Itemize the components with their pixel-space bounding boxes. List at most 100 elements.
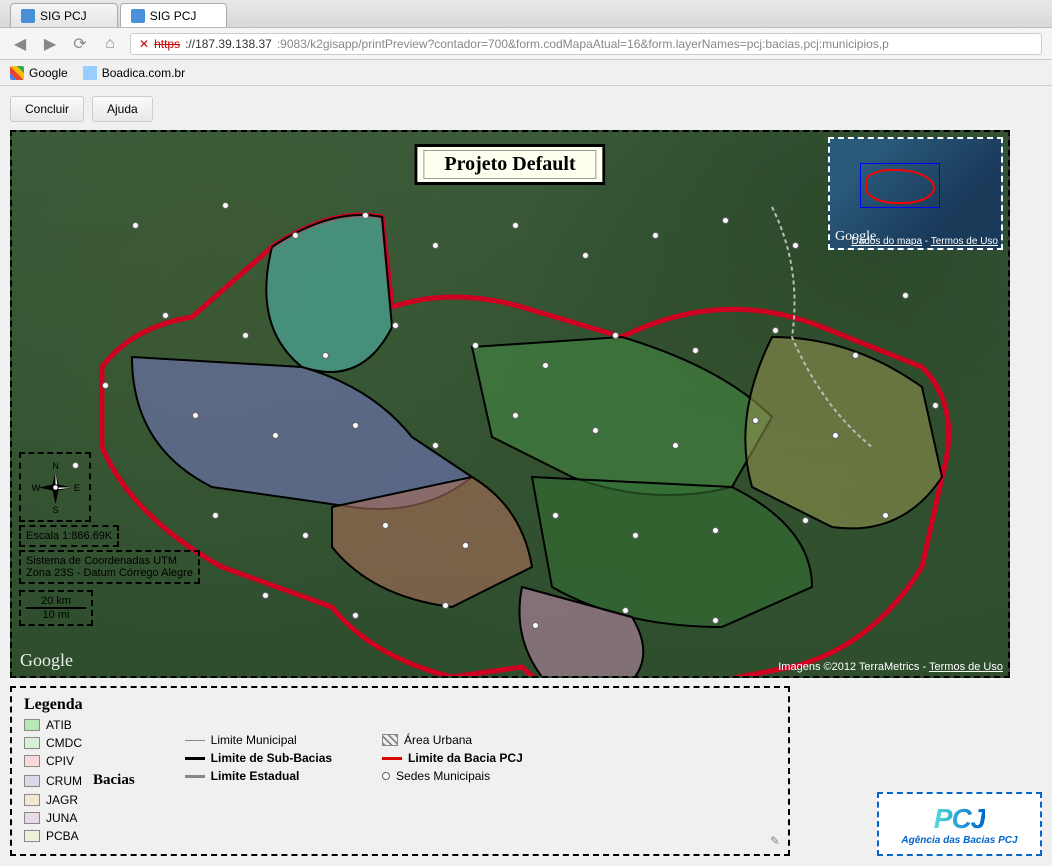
municipal-seat-dot	[352, 422, 359, 429]
municipal-seat-dot	[512, 412, 519, 419]
legend-label: Sedes Municipais	[396, 769, 490, 783]
color-swatch	[24, 812, 40, 824]
legend-label: JUNA	[46, 811, 77, 825]
imagery-attribution: Imagens ©2012 TerraMetrics	[778, 661, 919, 673]
map-attribution: Imagens ©2012 TerraMetrics - Termos de U…	[778, 661, 1003, 673]
page-content: Concluir Ajuda	[0, 86, 1052, 866]
municipal-seat-dot	[832, 432, 839, 439]
legend-item: Limite da Bacia PCJ	[382, 751, 523, 765]
municipal-seat-dot	[792, 242, 799, 249]
minimap[interactable]: Google Dados do mapa - Termos de Uso	[828, 137, 1003, 250]
scalebar-km: 20 km	[26, 595, 86, 609]
municipal-seat-dot	[222, 202, 229, 209]
municipal-seat-dot	[622, 607, 629, 614]
municipal-seat-dot	[882, 512, 889, 519]
line-swatch	[185, 757, 205, 760]
color-swatch	[24, 755, 40, 767]
ajuda-button[interactable]: Ajuda	[92, 96, 153, 122]
legend-item: CPIV	[24, 754, 135, 768]
legend-box[interactable]: Legenda ATIBCMDCCPIVCRUM BaciasJAGRJUNAP…	[10, 686, 790, 856]
legend-item: Limite de Sub-Bacias	[185, 751, 332, 765]
google-icon	[10, 66, 24, 80]
legend-label: CMDC	[46, 736, 82, 750]
hatch-swatch	[382, 734, 398, 746]
browser-tab[interactable]: SIG PCJ	[10, 3, 118, 27]
municipal-seat-dot	[432, 242, 439, 249]
municipal-seat-dot	[652, 232, 659, 239]
concluir-button[interactable]: Concluir	[10, 96, 84, 122]
home-icon[interactable]: ⌂	[100, 34, 120, 54]
map-container[interactable]: Projeto Default Google Dados do mapa - T…	[10, 130, 1010, 678]
municipal-seat-dot	[632, 532, 639, 539]
municipal-seat-dot	[592, 427, 599, 434]
municipal-seat-dot	[352, 612, 359, 619]
municipal-seat-dot	[712, 617, 719, 624]
bookmark-label: Google	[29, 66, 68, 80]
municipal-seat-dot	[932, 402, 939, 409]
municipal-seat-dot	[712, 527, 719, 534]
legend-label: JAGR	[46, 793, 78, 807]
municipal-seat-dot	[802, 517, 809, 524]
municipal-seat-dot	[102, 382, 109, 389]
legend-basins-column: ATIBCMDCCPIVCRUM BaciasJAGRJUNAPCBA	[24, 718, 135, 843]
browser-tab-active[interactable]: SIG PCJ	[120, 3, 228, 27]
minimap-terms-link[interactable]: Termos de Uso	[931, 236, 998, 247]
municipal-seat-dot	[542, 362, 549, 369]
municipal-seat-dot	[432, 442, 439, 449]
municipal-seat-dot	[772, 327, 779, 334]
legend-label: ATIB	[46, 718, 72, 732]
minimap-attribution: Dados do mapa - Termos de Uso	[851, 236, 998, 247]
municipal-seat-dot	[442, 602, 449, 609]
legend-item: JAGR	[24, 793, 135, 807]
legend-label: Área Urbana	[404, 733, 472, 747]
scalebar-box[interactable]: 20 km 10 mi	[19, 590, 93, 626]
url-bar[interactable]: ✕ https ://187.39.138.37 :9083/k2gisapp/…	[130, 33, 1042, 55]
municipal-seat-dot	[302, 532, 309, 539]
line-swatch	[185, 740, 205, 741]
municipal-seat-dot	[292, 232, 299, 239]
scale-box[interactable]: Escala 1:866.69K	[19, 525, 119, 547]
svg-text:N: N	[52, 461, 59, 471]
bookmark-boadica[interactable]: Boadica.com.br	[83, 66, 185, 80]
map-title: Projeto Default	[423, 150, 596, 179]
agency-logo-box[interactable]: PCJ Agência das Bacias PCJ	[877, 792, 1042, 856]
browser-toolbar: ◀ ▶ ⟳ ⌂ ✕ https ://187.39.138.37 :9083/k…	[0, 28, 1052, 60]
compass-box[interactable]: N S W E	[19, 452, 91, 522]
legend-label: Limite da Bacia PCJ	[408, 751, 523, 765]
svg-text:E: E	[73, 483, 79, 493]
favicon-icon	[21, 9, 35, 23]
reload-icon[interactable]: ⟳	[70, 34, 90, 54]
color-swatch	[24, 719, 40, 731]
terms-link[interactable]: Termos de Uso	[929, 661, 1003, 673]
municipal-seat-dot	[672, 442, 679, 449]
insecure-icon: ✕	[139, 37, 149, 51]
line-swatch	[185, 775, 205, 778]
minimap-data-link[interactable]: Dados do mapa	[851, 236, 922, 247]
legend-item: Limite Estadual	[185, 769, 332, 783]
color-swatch	[24, 737, 40, 749]
municipal-seat-dot	[582, 252, 589, 259]
forward-icon[interactable]: ▶	[40, 34, 60, 54]
coordinate-system-box[interactable]: Sistema de Coordenadas UTM Zona 23S - Da…	[19, 550, 200, 584]
municipal-seat-dot	[552, 512, 559, 519]
municipal-seat-dot	[752, 417, 759, 424]
legend-label: CRUM	[46, 774, 82, 788]
legend-label: Limite de Sub-Bacias	[211, 751, 332, 765]
color-swatch	[24, 775, 40, 787]
municipal-seat-dot	[362, 212, 369, 219]
municipal-seat-dot	[532, 622, 539, 629]
url-scheme: https	[154, 37, 180, 51]
line-swatch	[382, 757, 402, 760]
legend-title: Legenda	[24, 696, 776, 714]
back-icon[interactable]: ◀	[10, 34, 30, 54]
tab-title: SIG PCJ	[40, 9, 87, 23]
municipal-seat-dot	[852, 352, 859, 359]
scalebar-mi: 10 mi	[26, 609, 86, 621]
legend-subtitle: Bacias	[93, 772, 135, 789]
legend-container: Legenda ATIB CMDC CPIV CRUM Bacias JAGR JUNA P…	[10, 686, 1042, 856]
municipal-seat-dot	[472, 342, 479, 349]
legend-item: Sedes Municipais	[382, 769, 523, 783]
map-title-box[interactable]: Projeto Default	[414, 144, 605, 185]
bookmark-google[interactable]: Google	[10, 66, 68, 80]
edit-icon[interactable]: ✎	[770, 834, 780, 848]
